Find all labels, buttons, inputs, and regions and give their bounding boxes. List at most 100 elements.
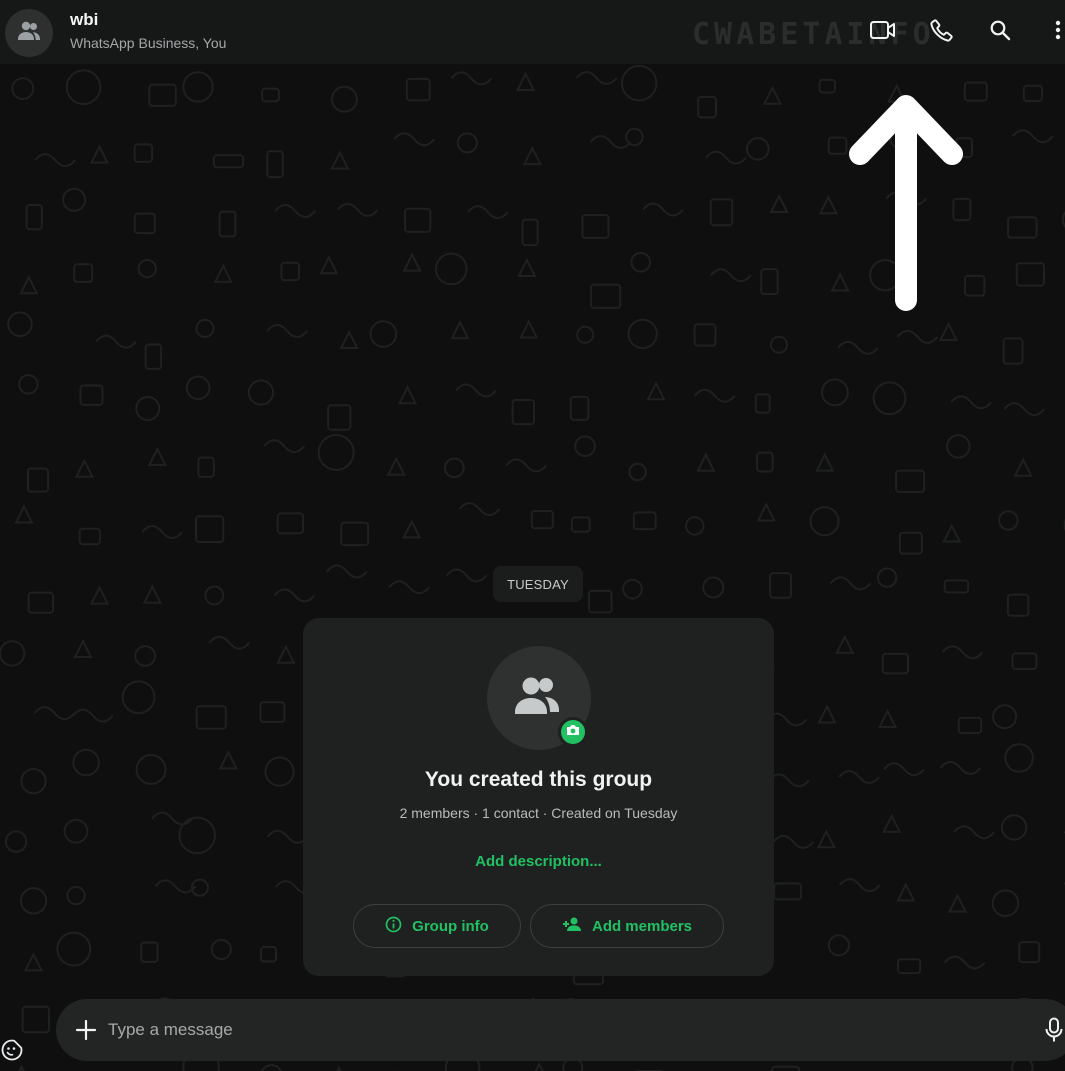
- wallpaper-doodle: [1015, 460, 1031, 476]
- video-call-icon: [869, 19, 897, 46]
- wallpaper-doodle: [65, 820, 88, 843]
- wallpaper-doodle: [278, 647, 294, 663]
- wallpaper-doodle: [407, 79, 430, 100]
- wallpaper-doodle: [27, 205, 42, 229]
- wallpaper-doodle: [695, 390, 735, 402]
- add-description-link[interactable]: Add description...: [303, 853, 774, 870]
- wallpaper-doodle: [196, 516, 223, 542]
- wallpaper-doodle: [63, 189, 85, 211]
- add-group-photo-button[interactable]: [558, 717, 588, 747]
- wallpaper-doodle: [999, 511, 1017, 529]
- group-meta: 2 members · 1 contact · Created on Tuesd…: [303, 805, 774, 821]
- group-icon: [16, 20, 42, 47]
- wallpaper-doodle: [371, 321, 397, 347]
- wallpaper-doodle: [399, 387, 415, 403]
- search-button[interactable]: [984, 16, 1016, 48]
- wallpaper-doodle: [275, 205, 315, 217]
- chat-participants: WhatsApp Business, You: [70, 35, 226, 51]
- wallpaper-doodle: [993, 705, 1016, 728]
- wallpaper-doodle: [832, 275, 848, 291]
- sticker-button[interactable]: [0, 1038, 24, 1062]
- wallpaper-doodle: [8, 312, 32, 336]
- wallpaper-doodle: [249, 380, 273, 404]
- add-person-icon: [562, 916, 582, 936]
- group-info-button[interactable]: Group info: [353, 904, 521, 948]
- wallpaper-doodle: [394, 133, 434, 145]
- wallpaper-doodle: [214, 155, 243, 167]
- wallpaper-doodle: [582, 215, 608, 238]
- wallpaper-doodle: [898, 959, 920, 973]
- wallpaper-doodle: [577, 72, 617, 84]
- chat-title-area[interactable]: wbi WhatsApp Business, You: [70, 10, 226, 51]
- wallpaper-doodle: [80, 385, 102, 404]
- wallpaper-doodle: [747, 138, 769, 160]
- wallpaper-doodle: [571, 397, 589, 420]
- wallpaper-doodle: [698, 97, 716, 117]
- chat-title: wbi: [70, 10, 226, 30]
- wallpaper-doodle: [521, 322, 537, 338]
- wallpaper-doodle: [327, 566, 367, 578]
- annotation-arrow: [848, 88, 964, 314]
- wallpaper-doodle: [944, 526, 960, 542]
- wallpaper-doodle: [1013, 130, 1053, 142]
- wallpaper-doodle: [703, 577, 723, 597]
- wallpaper-doodle: [771, 337, 787, 353]
- message-composer: [56, 999, 1065, 1061]
- video-call-button[interactable]: [866, 16, 900, 48]
- wallpaper-doodle: [35, 154, 75, 166]
- chat-header[interactable]: wbi WhatsApp Business, You CWABETAINFO: [0, 0, 1065, 64]
- wallpaper-doodle: [76, 461, 92, 477]
- wallpaper-doodle: [451, 72, 491, 84]
- wallpaper-doodle: [155, 880, 195, 892]
- wallpaper-doodle: [631, 253, 650, 272]
- wallpaper-doodle: [837, 637, 853, 653]
- wallpaper-doodle: [506, 459, 546, 471]
- wallpaper-doodle: [628, 320, 656, 348]
- more-menu-button[interactable]: [1048, 16, 1065, 48]
- wallpaper-doodle: [268, 831, 308, 843]
- wallpaper-doodle: [896, 471, 924, 492]
- wallpaper-doodle: [993, 890, 1019, 916]
- wallpaper-doodle: [91, 147, 107, 163]
- wallpaper-doodle: [135, 646, 155, 666]
- wallpaper-doodle: [531, 1064, 547, 1071]
- wallpaper-doodle: [16, 507, 32, 523]
- wallpaper-doodle: [332, 87, 357, 112]
- wallpaper-doodle: [137, 755, 166, 784]
- plus-icon: [74, 1029, 98, 1046]
- attach-button[interactable]: [74, 1018, 98, 1042]
- wallpaper-doodle: [518, 74, 534, 90]
- wallpaper-doodle: [577, 327, 593, 343]
- wallpaper-doodle: [1017, 263, 1044, 285]
- add-members-label: Add members: [592, 918, 692, 935]
- wallpaper-doodle: [389, 581, 429, 593]
- wallpaper-doodle: [954, 826, 994, 838]
- wallpaper-doodle: [23, 1007, 49, 1033]
- wallpaper-doodle: [770, 573, 791, 598]
- wallpaper-doodle: [838, 342, 878, 354]
- wallpaper-doodle: [205, 586, 223, 604]
- wallpaper-doodle: [622, 66, 657, 101]
- wallpaper-doodle: [884, 763, 924, 775]
- wallpaper-doodle: [21, 277, 37, 293]
- voice-call-button[interactable]: [926, 16, 958, 48]
- add-members-button[interactable]: Add members: [530, 904, 724, 948]
- group-avatar[interactable]: [5, 9, 53, 57]
- wallpaper-doodle: [874, 382, 906, 414]
- wallpaper-doodle: [623, 580, 642, 599]
- wallpaper-doodle: [458, 133, 477, 152]
- wallpaper-doodle: [28, 469, 48, 492]
- voice-message-button[interactable]: [1044, 1017, 1064, 1043]
- wallpaper-doodle: [591, 136, 631, 148]
- wallpaper-doodle: [1019, 942, 1039, 962]
- wallpaper-doodle: [774, 884, 801, 900]
- message-input[interactable]: [108, 1015, 1008, 1045]
- wallpaper-doodle: [706, 152, 746, 164]
- wallpaper-doodle: [756, 394, 770, 412]
- info-icon: [385, 916, 402, 937]
- wallpaper-doodle: [321, 257, 337, 273]
- wallpaper-doodle: [810, 507, 838, 535]
- wallpaper-doodle: [261, 1065, 282, 1071]
- wallpaper-doodle: [817, 455, 833, 471]
- wallpaper-doodle: [262, 89, 279, 102]
